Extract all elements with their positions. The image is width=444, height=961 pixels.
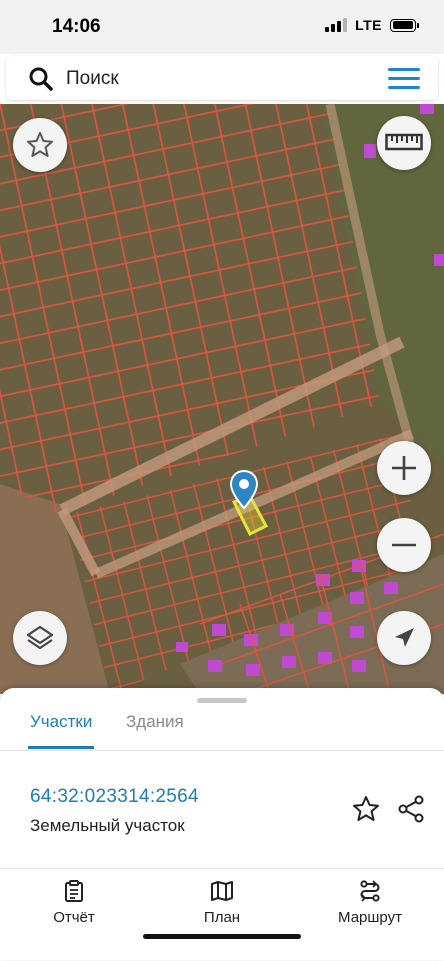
network-label: LTE xyxy=(355,17,382,33)
ruler-icon xyxy=(385,133,423,151)
star-icon xyxy=(27,132,53,157)
location-pin-icon xyxy=(229,470,259,510)
map-view[interactable] xyxy=(0,104,444,694)
home-indicator xyxy=(143,934,301,939)
nav-item-route[interactable]: Маршрут xyxy=(315,879,425,926)
route-icon xyxy=(360,880,380,902)
cadastral-number[interactable]: 64:32:023314:2564 xyxy=(30,786,199,808)
battery-icon xyxy=(390,18,419,32)
status-bar: 14:06 LTE xyxy=(0,0,444,54)
map-icon xyxy=(211,881,233,901)
status-indicators: LTE xyxy=(325,17,419,33)
tab-parcels[interactable]: Участки xyxy=(27,712,95,749)
bottom-nav: Отчёт План Маршрут xyxy=(0,868,444,961)
star-icon[interactable] xyxy=(351,794,381,824)
zoom-in-button[interactable] xyxy=(377,441,431,495)
nav-label-report: Отчёт xyxy=(53,909,95,926)
parcel-info-sheet: Участки Здания 64:32:023314:2564 Земельн… xyxy=(0,688,444,960)
nav-label-route: Маршрут xyxy=(338,909,402,926)
sheet-tabs: Участки Здания xyxy=(0,702,444,751)
ruler-button[interactable] xyxy=(377,116,431,170)
nav-item-plan[interactable]: План xyxy=(167,879,277,926)
parcel-card[interactable]: 64:32:023314:2564 Земельный участок xyxy=(0,750,444,866)
status-time: 14:06 xyxy=(52,16,101,37)
layers-icon xyxy=(26,625,54,650)
nav-label-plan: План xyxy=(203,909,241,926)
plus-icon xyxy=(392,456,416,480)
navigation-arrow-icon xyxy=(395,628,414,647)
nav-item-report[interactable]: Отчёт xyxy=(19,879,129,926)
tab-buildings[interactable]: Здания xyxy=(126,712,184,748)
signal-icon xyxy=(325,18,348,32)
report-icon xyxy=(65,880,83,902)
search-input[interactable]: Поиск xyxy=(66,68,119,90)
minus-icon xyxy=(392,543,416,547)
satellite-map[interactable] xyxy=(0,104,444,694)
layers-button[interactable] xyxy=(13,611,67,665)
favorite-map-button[interactable] xyxy=(13,118,67,172)
zoom-out-button[interactable] xyxy=(377,518,431,572)
locate-button[interactable] xyxy=(377,611,431,665)
search-icon xyxy=(29,67,53,91)
menu-icon[interactable] xyxy=(388,68,420,90)
search-bar[interactable]: Поиск xyxy=(6,56,438,100)
parcel-type: Земельный участок xyxy=(30,816,185,835)
share-icon[interactable] xyxy=(396,794,426,824)
